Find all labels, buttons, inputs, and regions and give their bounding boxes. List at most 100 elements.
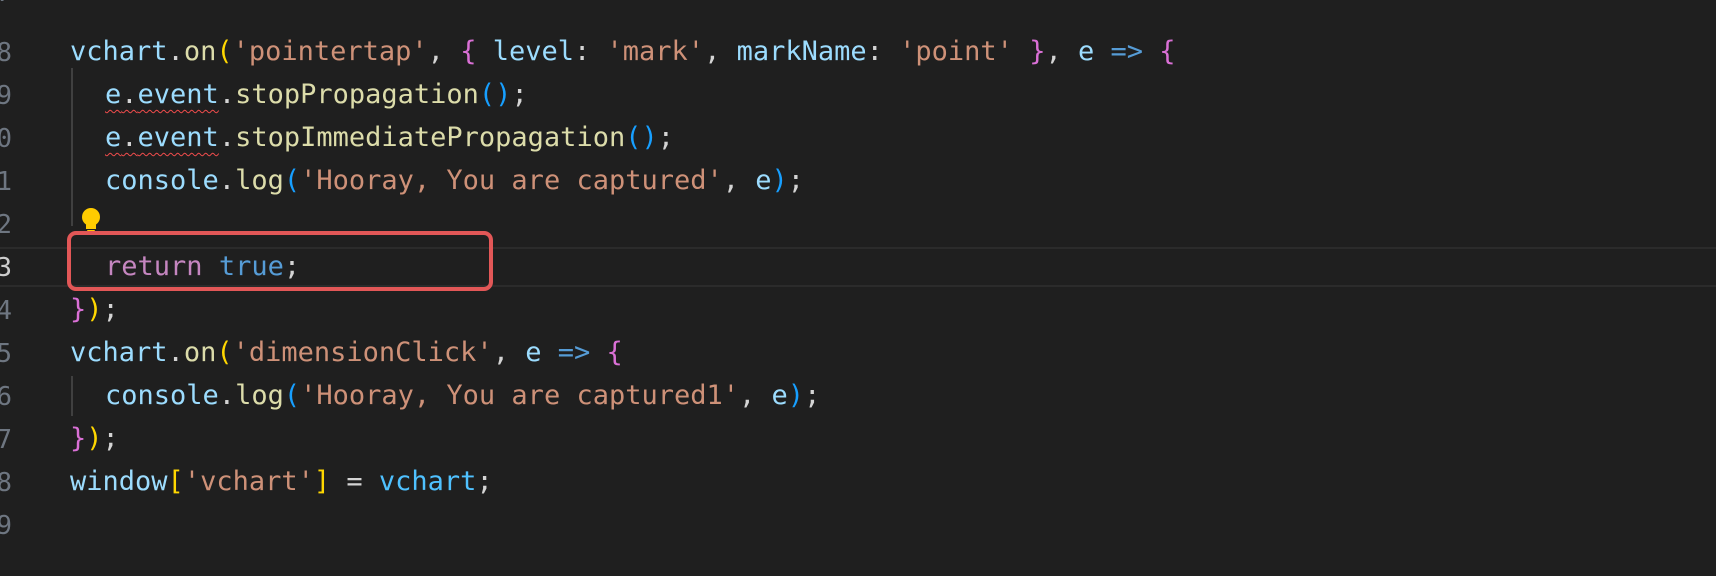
code-line[interactable]: 8 window['vchart'] = vchart;: [0, 460, 1716, 503]
code-line[interactable]: 6 console.log('Hooray, You are captured1…: [0, 374, 1716, 417]
token: console: [105, 165, 219, 196]
code-line[interactable]: 4 });: [0, 288, 1716, 331]
code-line[interactable]: 1 console.log('Hooray, You are captured'…: [0, 159, 1716, 202]
token: :: [866, 36, 900, 67]
token: ,: [722, 165, 756, 196]
token: }: [70, 423, 87, 454]
token: vchart: [378, 466, 477, 497]
token: e: [105, 79, 122, 110]
token: (: [216, 337, 233, 368]
token: stopImmediatePropagation: [235, 122, 626, 153]
token: ,: [739, 380, 772, 411]
token: level: [476, 36, 574, 67]
token: ): [86, 423, 103, 454]
token: e: [525, 337, 542, 368]
token: ,: [427, 36, 461, 67]
code-editor[interactable]: 7 8 vchart.on('pointertap', { level: 'ma…: [0, 0, 1716, 576]
token: ): [86, 294, 103, 325]
token: (: [283, 380, 301, 411]
token: (): [625, 122, 658, 153]
code-text[interactable]: vchart.on('pointertap', { level: 'mark',…: [70, 34, 1176, 70]
token: 'pointertap': [232, 36, 428, 67]
token: ;: [657, 122, 674, 153]
token: event: [137, 79, 219, 110]
token: on: [183, 36, 217, 67]
token: (): [478, 79, 512, 110]
token: ,: [704, 36, 737, 67]
line-number: 8: [0, 468, 12, 498]
token: {: [1159, 36, 1176, 67]
token: .: [121, 79, 138, 110]
token: {: [606, 337, 623, 368]
code-line[interactable]: 0 e.event.stopImmediatePropagation();: [0, 116, 1716, 159]
token: window: [70, 466, 168, 497]
line-number: 2: [0, 210, 12, 240]
token: console: [105, 380, 219, 411]
token: 'point': [899, 36, 1013, 67]
token: ;: [804, 380, 821, 411]
code-line[interactable]: 8 vchart.on('pointertap', { level: 'mark…: [0, 30, 1716, 73]
token: e: [1077, 36, 1095, 67]
code-line[interactable]: 7 });: [0, 417, 1716, 460]
token: .: [218, 79, 236, 110]
token: (: [216, 36, 233, 67]
code-text[interactable]: window['vchart'] = vchart;: [70, 464, 493, 500]
line-number: 0: [0, 124, 12, 154]
line-number: 4: [0, 296, 12, 326]
code-text[interactable]: vchart.on('dimensionClick', e => {: [70, 335, 623, 371]
token: {: [460, 36, 477, 67]
code-line[interactable]: 9: [0, 503, 1716, 546]
token: ,: [1045, 36, 1078, 67]
code-text[interactable]: });: [70, 292, 119, 328]
code-line: 7: [0, 0, 1716, 13]
token: ;: [102, 294, 119, 325]
token: e: [771, 380, 788, 411]
token: (: [283, 165, 301, 196]
token: stopPropagation: [235, 79, 479, 110]
token: ,: [492, 337, 526, 368]
token: }: [1029, 36, 1046, 67]
token: ;: [102, 423, 119, 454]
code-text[interactable]: });: [70, 421, 119, 457]
token: =>: [1110, 36, 1144, 67]
token: .: [167, 337, 184, 368]
token: ]: [313, 466, 331, 497]
token: markName: [736, 36, 867, 67]
token: [: [167, 466, 184, 497]
token: e: [755, 165, 772, 196]
token: =>: [557, 337, 591, 368]
code-text[interactable]: console.log('Hooray, You are captured', …: [105, 163, 804, 199]
token: vchart: [70, 337, 168, 368]
code-text[interactable]: e.event.stopPropagation();: [105, 77, 528, 113]
token: :: [574, 36, 607, 67]
line-number: 9: [0, 81, 12, 111]
line-number: 7: [0, 0, 12, 8]
token: .: [167, 36, 184, 67]
line-number: 5: [0, 339, 12, 369]
line-number: 1: [0, 167, 12, 197]
code-text[interactable]: e.event.stopImmediatePropagation();: [105, 120, 674, 156]
line-number: 7: [0, 425, 12, 455]
token: .: [218, 122, 236, 153]
code-line[interactable]: 9 e.event.stopPropagation();: [0, 73, 1716, 116]
token: ): [787, 380, 805, 411]
token: ;: [787, 165, 805, 196]
token: }: [70, 294, 87, 325]
token: =: [330, 466, 379, 497]
code-text[interactable]: console.log('Hooray, You are captured1',…: [105, 378, 820, 414]
token: vchart: [70, 36, 168, 67]
token: log: [235, 380, 284, 411]
token: .: [218, 380, 236, 411]
token: 'vchart': [183, 466, 314, 497]
token: e: [105, 122, 122, 153]
token: event: [137, 122, 219, 153]
token: .: [218, 165, 236, 196]
token: .: [121, 122, 138, 153]
token: ): [771, 165, 788, 196]
code-line[interactable]: 5 vchart.on('dimensionClick', e => {: [0, 331, 1716, 374]
token: 'Hooray, You are captured1': [300, 380, 740, 411]
